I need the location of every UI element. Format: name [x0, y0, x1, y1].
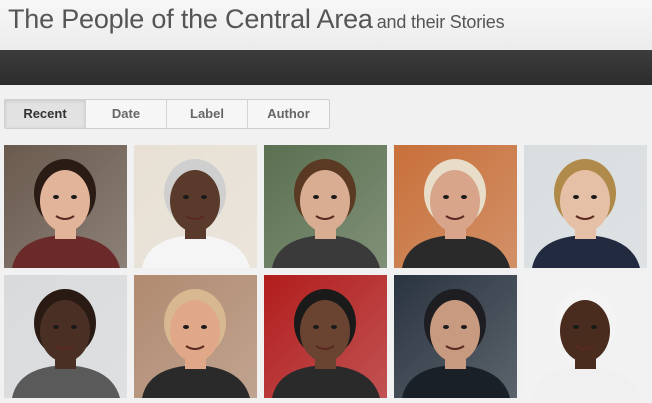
- portrait-tile[interactable]: [4, 275, 127, 398]
- portrait-woman-glasses-scarf: [4, 145, 127, 268]
- portrait-man-tan-cap: [134, 275, 257, 398]
- portrait-tile[interactable]: [264, 145, 387, 268]
- portrait-tile[interactable]: [264, 275, 387, 398]
- site-header: The People of the Central Area and their …: [0, 0, 652, 50]
- sort-tabs: Recent Date Label Author: [4, 99, 330, 129]
- portrait-older-man-beard-cap: [394, 275, 517, 398]
- portrait-tile[interactable]: [394, 275, 517, 398]
- tab-author[interactable]: Author: [248, 100, 329, 128]
- portrait-man-window: [4, 275, 127, 398]
- tab-date[interactable]: Date: [86, 100, 167, 128]
- nav-bar: [0, 50, 652, 85]
- tab-recent[interactable]: Recent: [5, 100, 86, 128]
- site-subtitle: and their Stories: [376, 12, 505, 32]
- portrait-woman-blonde: [524, 145, 647, 268]
- portrait-tile[interactable]: [524, 275, 647, 398]
- site-title: The People of the Central Area: [8, 4, 373, 34]
- portrait-older-man-white-shirt: [134, 145, 257, 268]
- portrait-man-smiling-white-cap: [524, 275, 647, 398]
- portrait-older-man-cap: [394, 145, 517, 268]
- portrait-tile[interactable]: [134, 275, 257, 398]
- tab-label[interactable]: Label: [167, 100, 248, 128]
- main-content: Recent Date Label Author: [0, 85, 652, 403]
- portrait-woman-garden: [264, 145, 387, 268]
- portrait-tile[interactable]: [4, 145, 127, 268]
- portrait-tile[interactable]: [134, 145, 257, 268]
- portrait-man-red-background: [264, 275, 387, 398]
- portrait-tile[interactable]: [394, 145, 517, 268]
- page-title: The People of the Central Area and their …: [8, 4, 505, 35]
- portrait-tile[interactable]: [524, 145, 647, 268]
